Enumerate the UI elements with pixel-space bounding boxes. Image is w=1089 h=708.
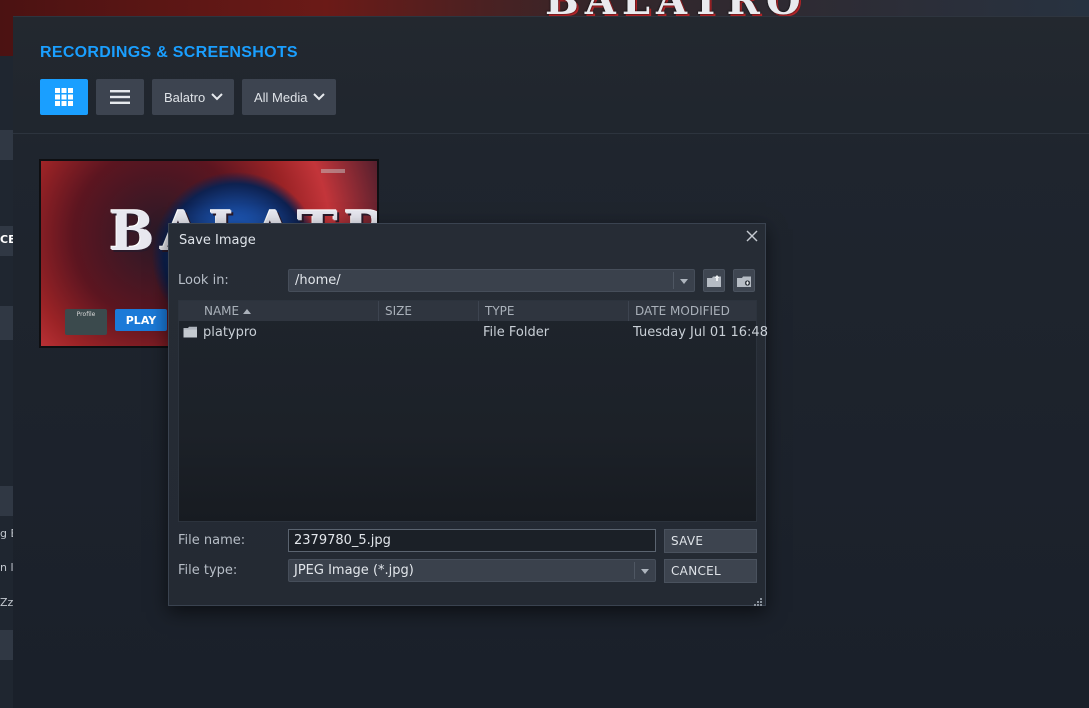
grid-icon xyxy=(55,88,73,106)
list-icon xyxy=(110,90,130,104)
file-name-label: File name: xyxy=(178,533,246,548)
list-view-button[interactable] xyxy=(96,79,144,115)
new-folder-icon xyxy=(737,276,751,287)
file-list-header: NAME SIZE TYPE DATE MODIFIED xyxy=(179,301,756,321)
column-header-date-modified[interactable]: DATE MODIFIED xyxy=(629,301,756,321)
dropdown-arrow-icon xyxy=(680,279,688,284)
file-list[interactable]: NAME SIZE TYPE DATE MODIFIED platypro Fi… xyxy=(178,300,768,522)
parent-folder-button[interactable] xyxy=(703,269,725,292)
page-title: RECORDINGS & SCREENSHOTS xyxy=(40,44,298,61)
look-in-combobox[interactable]: /home/ xyxy=(288,269,695,292)
save-button[interactable]: SAVE xyxy=(664,529,757,553)
sort-ascending-icon xyxy=(243,309,252,314)
thumbnail-profile-badge: Profile xyxy=(65,309,107,335)
file-type-label: File type: xyxy=(178,563,238,578)
close-icon xyxy=(746,230,758,242)
media-filter-label: All Media xyxy=(254,89,308,105)
left-sidebar: CE g E n l Zz' xyxy=(0,56,13,708)
dropdown-arrow-icon xyxy=(641,569,649,574)
column-header-type[interactable]: TYPE xyxy=(479,301,629,321)
divider xyxy=(13,133,1089,134)
close-button[interactable] xyxy=(744,230,760,246)
new-folder-button[interactable] xyxy=(733,269,755,292)
folder-icon xyxy=(183,325,198,345)
column-header-name[interactable]: NAME xyxy=(179,301,379,321)
sidebar-fragment: n l xyxy=(0,561,13,574)
resize-grip-icon[interactable] xyxy=(753,592,763,606)
file-type-value: JPEG Image (*.jpg) xyxy=(294,563,414,578)
game-filter-label: Balatro xyxy=(164,89,206,105)
look-in-value: /home/ xyxy=(295,273,341,288)
file-date-modified: Tuesday Jul 01 16:48 xyxy=(633,325,768,340)
grid-view-button[interactable] xyxy=(40,79,88,115)
sidebar-fragment: Zz' xyxy=(0,596,13,609)
cancel-button[interactable]: CANCEL xyxy=(664,559,757,583)
combo-separator xyxy=(673,272,674,289)
sidebar-item[interactable] xyxy=(0,630,13,660)
game-filter-dropdown[interactable]: Balatro xyxy=(152,79,234,115)
file-name-input[interactable] xyxy=(288,529,656,552)
combo-separator xyxy=(634,562,635,579)
file-type-combobox[interactable]: JPEG Image (*.jpg) xyxy=(288,559,656,582)
sidebar-item[interactable] xyxy=(0,130,13,160)
sidebar-item[interactable] xyxy=(0,486,13,516)
sidebar-item[interactable] xyxy=(0,306,13,340)
look-in-label: Look in: xyxy=(178,273,229,288)
column-header-size[interactable]: SIZE xyxy=(379,301,479,321)
folder-up-icon xyxy=(707,274,721,287)
sidebar-fragment: CE xyxy=(0,233,13,246)
save-image-dialog: Save Image Look in: /home/ NAME SIZE TYP… xyxy=(168,223,768,606)
sidebar-fragment: g E xyxy=(0,527,13,540)
chevron-down-icon xyxy=(313,93,326,101)
file-row[interactable]: platypro File Folder Tuesday Jul 01 16:4… xyxy=(179,323,768,345)
dialog-title: Save Image xyxy=(179,233,256,248)
thumbnail-corner-mark xyxy=(321,169,345,173)
file-name: platypro xyxy=(203,325,257,340)
file-type: File Folder xyxy=(483,325,550,340)
chevron-down-icon xyxy=(211,93,223,101)
hero-logo: BALATRO xyxy=(545,0,810,16)
media-filter-dropdown[interactable]: All Media xyxy=(242,79,336,115)
thumbnail-play-badge: PLAY xyxy=(115,309,167,331)
